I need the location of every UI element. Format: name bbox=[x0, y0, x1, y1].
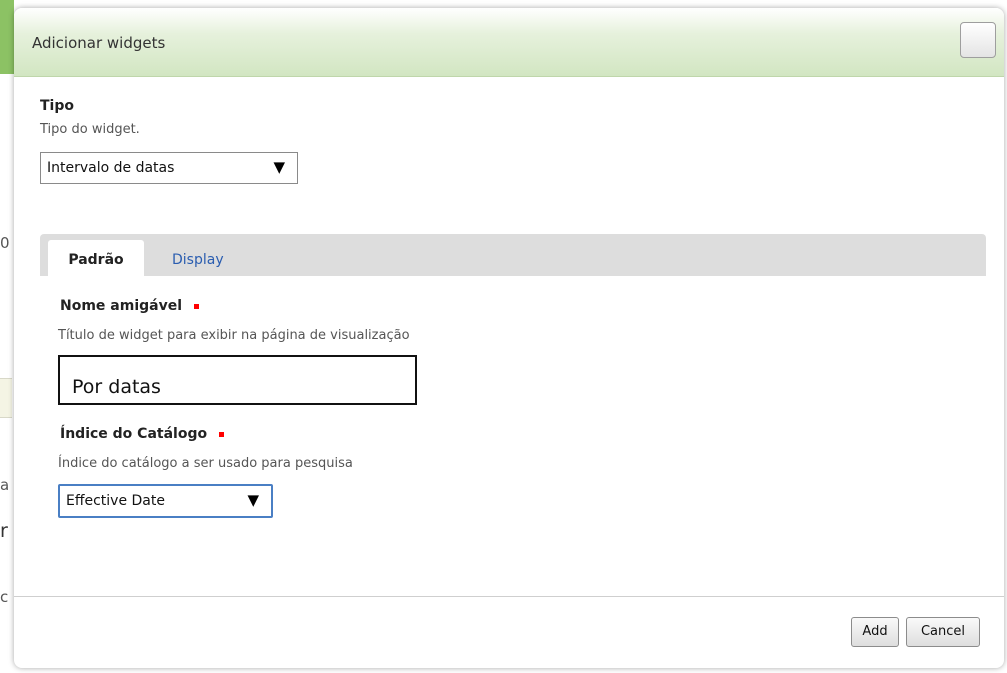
background-text-fragment: a bbox=[0, 476, 10, 494]
tab-padrao[interactable]: Padrão bbox=[48, 240, 144, 276]
type-description: Tipo do widget. bbox=[40, 122, 140, 137]
tab-bar: Padrão Display bbox=[40, 234, 986, 276]
catalog-index-select[interactable]: Effective Date ▼ bbox=[58, 484, 273, 518]
friendly-name-label: Nome amigável bbox=[60, 298, 183, 314]
add-button[interactable]: Add bbox=[851, 617, 899, 647]
friendly-name-label-row: Nome amigável bbox=[60, 298, 200, 314]
catalog-index-description: Índice do catálogo a ser usado para pesq… bbox=[58, 456, 353, 471]
tab-display[interactable]: Display bbox=[172, 252, 224, 268]
friendly-name-description: Título de widget para exibir na página d… bbox=[58, 328, 410, 343]
add-widgets-dialog: Adicionar widgets Tipo Tipo do widget. I… bbox=[14, 8, 1004, 668]
background-row-band bbox=[0, 378, 12, 418]
widget-type-selected: Intervalo de datas bbox=[47, 160, 175, 176]
catalog-index-selected: Effective Date bbox=[66, 493, 165, 509]
background-text-fragment: r bbox=[0, 520, 8, 542]
dialog-titlebar[interactable]: Adicionar widgets bbox=[14, 8, 1004, 77]
close-button[interactable] bbox=[960, 22, 996, 58]
footer-divider bbox=[14, 596, 1004, 597]
cancel-button[interactable]: Cancel bbox=[906, 617, 980, 647]
dialog-title: Adicionar widgets bbox=[32, 34, 166, 52]
required-marker-icon bbox=[194, 303, 200, 309]
background-header-band bbox=[0, 0, 14, 74]
type-label: Tipo bbox=[40, 98, 74, 114]
required-marker-icon bbox=[219, 431, 225, 437]
background-text-fragment: c bbox=[0, 588, 9, 606]
dropdown-arrow-icon: ▼ bbox=[247, 491, 259, 509]
widget-type-select[interactable]: Intervalo de datas ▼ bbox=[40, 152, 298, 184]
friendly-name-input[interactable] bbox=[58, 355, 417, 405]
dropdown-arrow-icon: ▼ bbox=[273, 158, 285, 176]
catalog-index-label-row: Índice do Catálogo bbox=[60, 426, 225, 442]
background-text-fragment: 0 bbox=[0, 234, 10, 252]
catalog-index-label: Índice do Catálogo bbox=[60, 426, 208, 442]
